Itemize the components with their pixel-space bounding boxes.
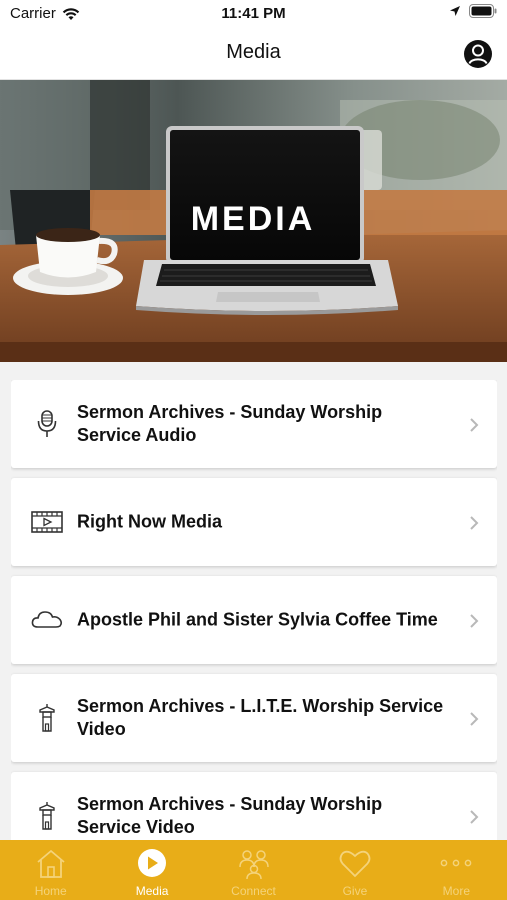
tab-bar: Home Media Connect Give More (0, 840, 507, 900)
film-icon (31, 511, 63, 533)
play-icon (138, 849, 167, 877)
home-icon (37, 849, 65, 878)
status-right (449, 4, 497, 18)
heart-icon (339, 850, 371, 878)
tab-label: Connect (231, 884, 276, 898)
status-bar: Carrier 11:41 PM (0, 0, 507, 30)
chevron-right-icon (470, 810, 479, 824)
navigation-bar: Media (0, 30, 507, 80)
battery-icon (469, 4, 497, 18)
list-item[interactable]: Sermon Archives - Sunday Worship Service… (11, 380, 497, 468)
tower-icon (39, 704, 55, 732)
chevron-right-icon (470, 614, 479, 628)
chevron-right-icon (470, 418, 479, 432)
cloud-icon (31, 611, 63, 628)
tab-label: Give (342, 884, 368, 898)
tab-media[interactable]: Media (101, 840, 202, 900)
microphone-icon (37, 410, 57, 437)
list-item[interactable]: Sermon Archives - L.I.T.E. Worship Servi… (11, 674, 497, 762)
hero-image: MEDIA (0, 80, 507, 362)
more-icon (440, 859, 472, 867)
status-time: 11:41 PM (221, 5, 286, 22)
list-item-label: Right Now Media (77, 511, 222, 532)
tab-home[interactable]: Home (0, 840, 101, 900)
chevron-right-icon (470, 712, 479, 726)
chevron-right-icon (470, 516, 479, 530)
people-icon (238, 850, 269, 880)
page-title: Media (226, 41, 281, 63)
list-item-label: Sermon Archives - Sunday Worship Service… (77, 402, 383, 445)
hero-banner: MEDIA (0, 80, 507, 362)
list-item-label: Apostle Phil and Sister Sylvia Coffee Ti… (77, 609, 438, 630)
list-item-label: Sermon Archives - Sunday Worship Service… (77, 794, 383, 837)
list-item[interactable]: Sermon Archives - Sunday Worship Service… (11, 772, 497, 840)
tab-more[interactable]: More (406, 840, 507, 900)
list-item[interactable]: Right Now Media (11, 478, 497, 566)
tab-label: Home (34, 884, 67, 898)
hero-banner-text: MEDIA (191, 200, 316, 238)
tower-icon (39, 802, 55, 830)
media-list: Sermon Archives - Sunday Worship Service… (11, 380, 497, 840)
location-arrow-icon (450, 6, 460, 16)
tab-label: More (442, 884, 470, 898)
profile-icon[interactable] (463, 39, 493, 69)
tab-connect[interactable]: Connect (203, 840, 304, 900)
list-item-label: Sermon Archives - L.I.T.E. Worship Servi… (77, 696, 444, 739)
list-item[interactable]: Apostle Phil and Sister Sylvia Coffee Ti… (11, 576, 497, 664)
tab-label: Media (135, 884, 169, 898)
tab-give[interactable]: Give (304, 840, 405, 900)
